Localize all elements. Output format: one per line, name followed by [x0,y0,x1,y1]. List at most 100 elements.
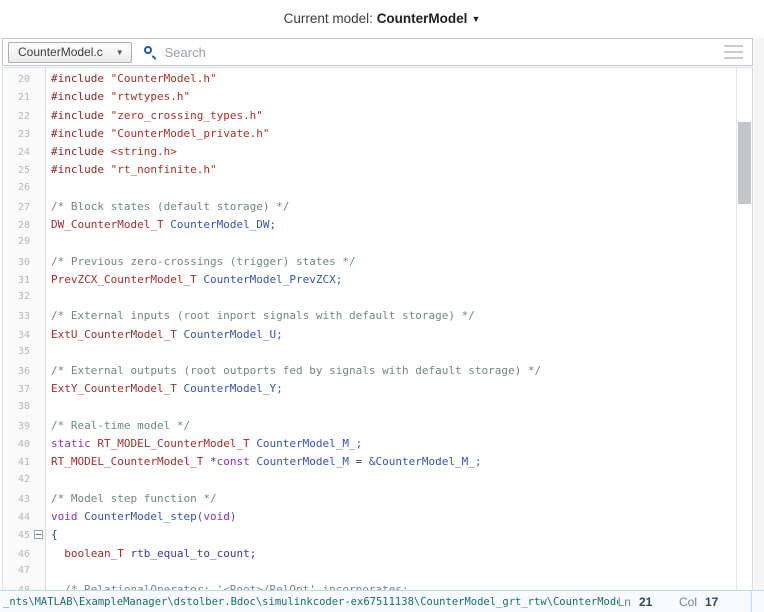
line-number: 30 [3,257,33,268]
code-line[interactable]: 45 { [3,528,735,546]
code-text: #include "CounterModel_private.h" [45,127,270,140]
code-text: /* RelationalOperator: '<Root>/RelOpt' i… [45,583,409,590]
search-icon [143,45,158,60]
code-text: ExtY_CounterModel_T CounterModel_Y; [45,382,283,395]
hamburger-menu-icon[interactable] [724,41,743,63]
code-line[interactable]: 25#include "rt_nonfinite.h" [3,163,735,181]
line-number: 29 [3,236,33,247]
line-number: 43 [3,494,33,505]
code-line[interactable]: 36/* External outputs (root outports fed… [3,364,735,382]
code-line[interactable]: 38 [3,401,735,419]
code-line[interactable]: 46 boolean_T rtb_equal_to_count; [3,547,735,565]
code-text: ExtU_CounterModel_T CounterModel_U; [45,328,283,341]
code-line[interactable]: 33 /* External inputs (root inport signal… [3,309,735,327]
code-line[interactable]: 39 /* Real-time model */ [3,419,735,437]
search-input[interactable] [165,45,724,60]
line-number: 24 [3,147,33,158]
line-number: 32 [3,291,33,302]
column-number-value: 17 [705,595,721,609]
line-number: 26 [3,182,33,193]
current-model-selector[interactable]: Current model: CounterModel▼ [284,11,481,26]
code-viewer[interactable]: 20 #include "CounterModel.h" 21 #include "r… [2,67,753,590]
code-line[interactable]: 29 [3,236,735,254]
search-bar [143,45,724,60]
code-line[interactable]: 27 /* Block states (default storage) */ [3,200,735,218]
code-text: { [45,528,58,541]
line-number: 44 [3,512,33,523]
code-text: DW_CounterModel_T CounterModel_DW; [45,218,276,231]
code-line[interactable]: 34 ExtU_CounterModel_T CounterModel_U; [3,328,735,346]
line-number: 35 [3,346,33,357]
file-select-value: CounterModel.c [18,45,103,59]
code-text: RT_MODEL_CounterModel_T *const CounterMo… [45,455,482,468]
code-line[interactable]: 37 ExtY_CounterModel_T CounterModel_Y; [3,382,735,400]
code-text: /* External inputs (root inport signals … [45,309,475,322]
code-text: #include "CounterModel.h" [45,72,217,85]
code-text: static RT_MODEL_CounterModel_T CounterMo… [45,437,362,450]
code-line[interactable]: 28 DW_CounterModel_T CounterModel_DW; [3,218,735,236]
code-line[interactable]: 22 #include "zero_crossing_types.h" [3,109,735,127]
line-number: 22 [3,111,33,122]
code-text: /* Real-time model */ [45,419,190,432]
code-text: /* Previous zero-crossings (trigger) sta… [45,255,356,268]
vertical-scrollbar-thumb[interactable] [738,122,751,204]
code-text: #include "zero_crossing_types.h" [45,109,263,122]
line-number: 37 [3,384,33,395]
code-text: /* Block states (default storage) */ [45,200,289,213]
code-line[interactable]: 48 /* RelationalOperator: '<Root>/RelOpt… [3,583,735,590]
code-line[interactable]: 30 /* Previous zero-crossings (trigger) s… [3,255,735,273]
code-text: void CounterModel_step(void) [45,510,236,523]
line-number: 40 [3,439,33,450]
cursor-position: Ln 21 Col 17 [618,595,745,609]
line-number: 27 [3,202,33,213]
line-number: 34 [3,330,33,341]
code-text: #include "rtwtypes.h" [45,90,190,103]
code-line[interactable]: 40 static RT_MODEL_CounterModel_T Counter… [3,437,735,455]
code-line[interactable]: 21 #include "rtwtypes.h" [3,90,735,108]
line-number: 23 [3,129,33,140]
line-number: 28 [3,220,33,231]
current-model-label: Current model: [284,11,377,26]
chevron-down-icon: ▼ [116,48,124,57]
code-line[interactable]: 35 [3,346,735,364]
code-line[interactable]: 26 [3,182,735,200]
code-text: #include <string.h> [45,145,177,158]
header: Current model: CounterModel▼ [0,0,764,37]
line-number-value: 21 [639,595,655,609]
code-line[interactable]: 41 RT_MODEL_CounterModel_T *const Counter… [3,455,735,473]
line-number: 47 [3,565,33,576]
code-line[interactable]: 44 void CounterModel_step(void) [3,510,735,528]
vertical-scrollbar[interactable] [736,68,752,590]
code-line[interactable]: 43 /* Model step function */ [3,492,735,510]
code-text: /* Model step function */ [45,492,217,505]
line-number: 21 [3,92,33,103]
chevron-down-icon: ▼ [471,14,480,24]
column-label: Col [679,595,697,609]
line-number: 45 [3,530,33,541]
code-lines: 20 #include "CounterModel.h" 21 #include "r… [3,72,735,590]
line-number: 41 [3,457,33,468]
line-number: 39 [3,421,33,432]
code-line[interactable]: 20 #include "CounterModel.h" [3,72,735,90]
toolbar: CounterModel.c ▼ [2,38,753,66]
line-number: 33 [3,311,33,322]
code-line[interactable]: 32 [3,291,735,309]
code-line[interactable]: 23 #include "CounterModel_private.h" [3,127,735,145]
code-line[interactable]: 47 [3,565,735,583]
code-text: PrevZCX_CounterModel_T CounterModel_Prev… [45,273,342,286]
page-margin [754,38,764,590]
code-generation-report-window: Current model: CounterModel▼ CounterMode… [0,0,764,612]
file-select-dropdown[interactable]: CounterModel.c ▼ [8,42,132,63]
line-number: 31 [3,275,33,286]
current-model-name: CounterModel [377,11,468,26]
code-text: boolean_T rtb_equal_to_count; [45,547,256,560]
code-line[interactable]: 31 PrevZCX_CounterModel_T CounterModel_Pr… [3,273,735,291]
code-line[interactable]: 42 [3,474,735,492]
fold-collapse-icon[interactable] [34,530,43,539]
code-text: #include "rt_nonfinite.h" [45,163,217,176]
line-number: 20 [3,74,33,85]
line-number: 36 [3,366,33,377]
code-line[interactable]: 24 #include <string.h> [3,145,735,163]
status-bar-divider [751,591,752,612]
file-path: _nts\MATLAB\ExampleManager\dstolber.Bdoc… [3,596,618,608]
